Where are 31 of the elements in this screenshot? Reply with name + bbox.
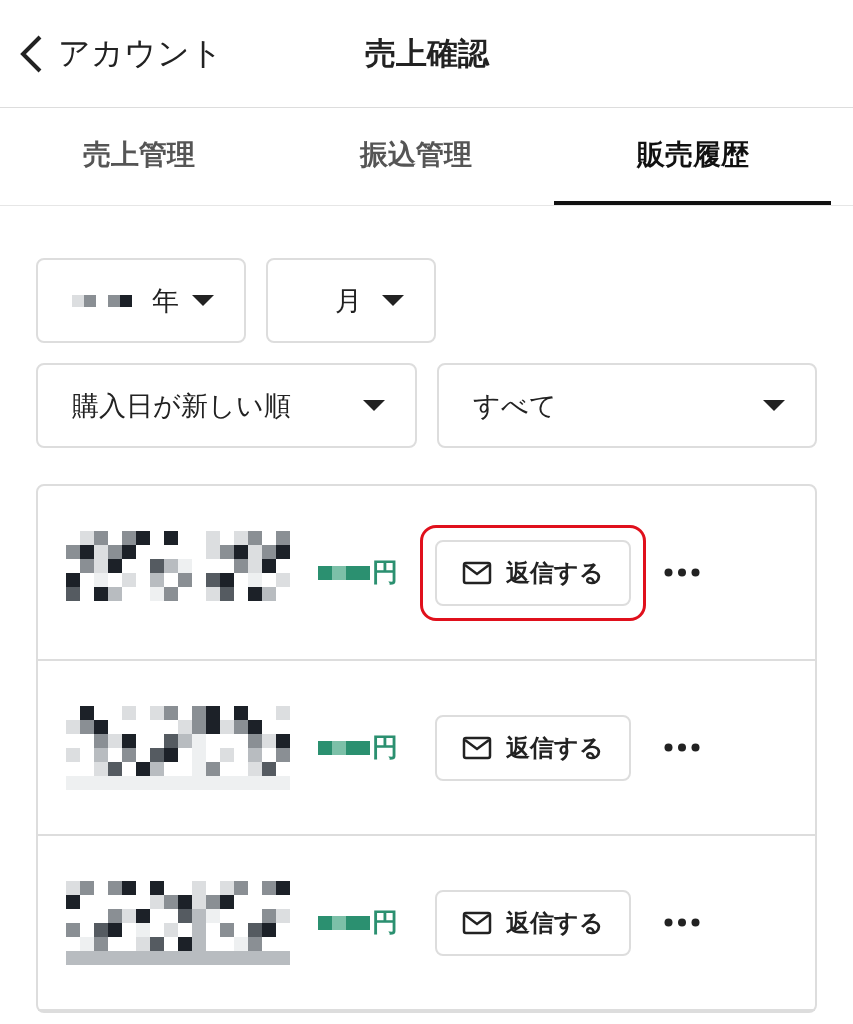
back-button[interactable]: アカウント xyxy=(0,30,365,77)
dropdown-arrow-icon xyxy=(763,400,785,411)
tab[interactable]: 販売履歴 xyxy=(554,108,831,205)
year-label: 年 xyxy=(152,283,179,318)
tab[interactable]: 売上管理 xyxy=(0,108,277,205)
status-dropdown[interactable]: すべて xyxy=(436,363,817,448)
dropdown-arrow-icon xyxy=(382,295,404,306)
currency-label: 円 xyxy=(372,556,398,589)
dropdown-arrow-icon xyxy=(192,295,214,306)
chevron-left-icon xyxy=(18,33,44,74)
mail-icon xyxy=(462,560,492,585)
more-icon xyxy=(664,918,700,927)
month-dropdown[interactable]: 月 xyxy=(266,258,436,343)
redacted-mosaic-drawing xyxy=(318,915,370,930)
redacted-mosaic-drawing xyxy=(318,740,370,755)
more-icon xyxy=(664,568,700,577)
more-icon xyxy=(664,743,700,752)
mail-icon xyxy=(462,910,492,935)
redacted-mosaic-drawing xyxy=(318,565,370,580)
year-dropdown[interactable]: 年 xyxy=(36,258,246,343)
currency-label: 円 xyxy=(372,906,398,939)
currency-label: 円 xyxy=(372,731,398,764)
reply-button[interactable]: 返信する xyxy=(435,889,631,956)
screen-title: 売上確認 xyxy=(364,33,489,73)
reply-button[interactable]: 返信する xyxy=(435,539,631,606)
reply-button[interactable]: 返信する xyxy=(435,714,631,781)
mail-icon xyxy=(462,735,492,760)
sort-dropdown[interactable]: 購入日が新しい順 xyxy=(36,363,417,448)
dropdown-arrow-icon xyxy=(362,400,385,411)
back-label: アカウント xyxy=(58,32,223,74)
tab[interactable]: 振込管理 xyxy=(277,108,554,205)
